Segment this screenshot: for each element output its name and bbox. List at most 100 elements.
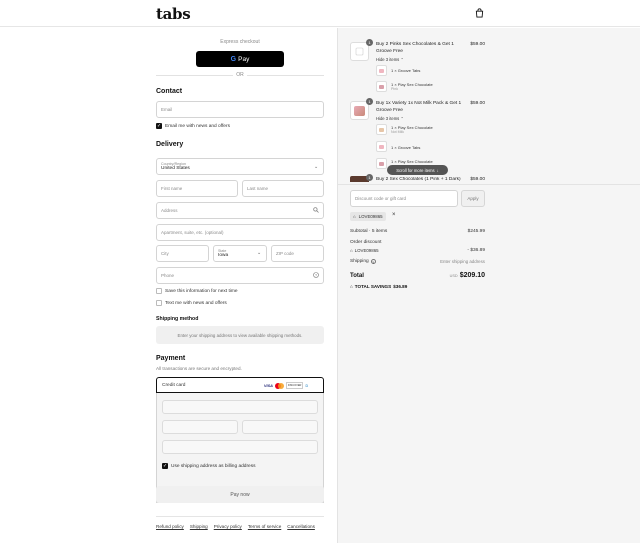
- city-placeholder: City: [161, 251, 169, 256]
- zip-placeholder: ZIP code: [276, 251, 294, 256]
- discount-code-field[interactable]: Discount code or gift card: [350, 190, 458, 207]
- arrow-down-icon: ↓: [436, 167, 439, 173]
- name-on-card-field[interactable]: [162, 440, 318, 454]
- shopping-bag-icon[interactable]: [475, 8, 484, 18]
- chevron-up-icon: ⌃: [400, 57, 404, 62]
- visa-icon: VISA: [264, 383, 273, 388]
- footer-links: Refund policy Shipping Privacy policy Te…: [156, 524, 315, 529]
- hide-items-label: Hide 3 items: [376, 116, 400, 121]
- divider: [338, 184, 640, 185]
- shipping-label: Shipping: [350, 259, 369, 264]
- subtotal-value: $245.99: [467, 229, 485, 234]
- bundle-item-variant: Not Milk: [391, 130, 404, 134]
- tag-icon: ⌂: [353, 214, 356, 219]
- newsletter-checkbox[interactable]: [156, 123, 162, 129]
- hide-items-toggle[interactable]: Hide 3 items ⌃: [376, 57, 404, 62]
- header: tabs: [0, 0, 640, 27]
- address-placeholder: Address: [161, 208, 178, 213]
- total-amount: USD $209.10: [425, 272, 485, 279]
- text-me-checkbox[interactable]: [156, 300, 162, 306]
- item-title: Buy 1x Variety 1x Not Milk Pack & Get 1 …: [376, 101, 462, 113]
- apartment-field[interactable]: Apartment, suite, etc. (optional): [156, 224, 324, 241]
- newsletter-label: Email me with news and offers: [165, 124, 230, 129]
- first-name-field[interactable]: First name: [156, 180, 238, 197]
- shipping-method-notice: Enter your shipping address to view avai…: [156, 326, 324, 344]
- scroll-hint-label: Scroll for more items: [396, 167, 435, 173]
- apply-button[interactable]: Apply: [461, 190, 485, 207]
- bundle-item-thumbnail: [376, 158, 387, 169]
- payment-subtitle: All transactions are secure and encrypte…: [156, 366, 242, 371]
- contact-heading: Contact: [156, 88, 183, 95]
- total-savings: ⌂ TOTAL SAVINGS $36.89: [350, 284, 407, 289]
- subtotal-label: Subtotal · 5 items: [350, 229, 388, 234]
- hide-items-toggle[interactable]: Hide 3 items ⌃: [376, 116, 404, 121]
- mastercard-icon: [274, 382, 284, 389]
- email-field[interactable]: Email: [156, 101, 324, 118]
- bundle-item: 1 × Play Sex Chocolate: [391, 159, 433, 164]
- privacy-policy-link[interactable]: Privacy policy: [214, 524, 242, 529]
- diners-icon: D: [305, 383, 309, 388]
- total-value: $209.10: [459, 272, 485, 279]
- card-number-field[interactable]: [162, 400, 318, 414]
- terms-link[interactable]: Terms of service: [248, 524, 281, 529]
- discount-chip: ⌂ LOVE09865: [350, 212, 386, 221]
- currency-code: USD: [449, 274, 458, 278]
- expiration-field[interactable]: [162, 420, 238, 434]
- help-icon[interactable]: ?: [313, 272, 319, 278]
- save-info-label: Save this information for next time: [165, 289, 238, 294]
- shipping-link[interactable]: Shipping: [190, 524, 208, 529]
- bundle-item-thumbnail: [376, 124, 387, 135]
- shipping-row: Shipping ?: [350, 259, 376, 265]
- card-brands: VISA DISCOVER D: [264, 382, 308, 389]
- cancellations-link[interactable]: Cancellations: [287, 524, 315, 529]
- phone-placeholder: Phone: [161, 273, 175, 278]
- search-icon: [313, 207, 319, 213]
- brand-logo[interactable]: tabs: [156, 5, 191, 23]
- last-name-field[interactable]: Last name: [242, 180, 324, 197]
- billing-same-checkbox[interactable]: [162, 463, 168, 469]
- refund-policy-link[interactable]: Refund policy: [156, 524, 184, 529]
- item-price: $59.00: [470, 101, 485, 106]
- last-name-placeholder: Last name: [247, 186, 269, 191]
- item-title: Buy 2 Pinks Sex Chocolates & Get 1 Groov…: [376, 42, 454, 54]
- scroll-more-button[interactable]: Scroll for more items ↓: [387, 165, 448, 175]
- country-value: United States: [161, 166, 190, 171]
- shipping-value: Enter shipping address: [440, 259, 485, 264]
- quantity-badge: 1: [366, 98, 373, 105]
- city-field[interactable]: City: [156, 245, 209, 262]
- google-pay-button[interactable]: G Pay: [196, 51, 284, 67]
- delivery-heading: Delivery: [156, 141, 184, 148]
- item-price: $59.00: [470, 177, 485, 182]
- savings-value: $36.89: [393, 284, 408, 289]
- save-info-checkbox[interactable]: [156, 288, 162, 294]
- express-checkout-title: Express checkout: [220, 39, 260, 45]
- divider: [156, 516, 324, 517]
- item-title: Buy 2 Sex Chocolates (1 Pink + 1 Dark) &: [376, 177, 462, 182]
- bundle-item-thumbnail: [376, 141, 387, 152]
- pay-now-button[interactable]: Pay now: [156, 486, 324, 503]
- google-g-icon: G: [230, 55, 237, 63]
- zip-field[interactable]: ZIP code: [271, 245, 324, 262]
- total-label: Total: [350, 273, 364, 279]
- checkout-form: Express checkout G Pay OR Contact Email …: [0, 28, 337, 543]
- chevron-down-icon: ⌄: [314, 164, 319, 170]
- chevron-down-icon: ⌄: [257, 250, 262, 256]
- bundle-item: 1 × Groove Tabs: [391, 145, 421, 150]
- chevron-up-icon: ⌃: [400, 116, 404, 121]
- address-field[interactable]: Address: [156, 202, 324, 219]
- image-placeholder-icon: [355, 47, 364, 56]
- bundle-item-thumbnail: [376, 81, 387, 92]
- order-discount-label: Order discount: [350, 240, 382, 245]
- phone-field[interactable]: Phone: [156, 267, 324, 284]
- discount-placeholder: Discount code or gift card: [355, 196, 407, 201]
- security-code-field[interactable]: [242, 420, 318, 434]
- or-separator: OR: [233, 72, 247, 78]
- country-select[interactable]: Country/Region United States: [156, 158, 324, 175]
- quantity-badge: 1: [366, 174, 373, 181]
- help-icon[interactable]: ?: [370, 259, 376, 265]
- order-summary: 1 Buy 2 Pinks Sex Chocolates & Get 1 Gro…: [337, 28, 640, 543]
- discount-value: - $36.89: [467, 248, 485, 253]
- remove-discount-icon[interactable]: ×: [392, 212, 396, 218]
- item-price: $59.00: [470, 42, 485, 47]
- tag-icon: ⌂: [350, 284, 353, 289]
